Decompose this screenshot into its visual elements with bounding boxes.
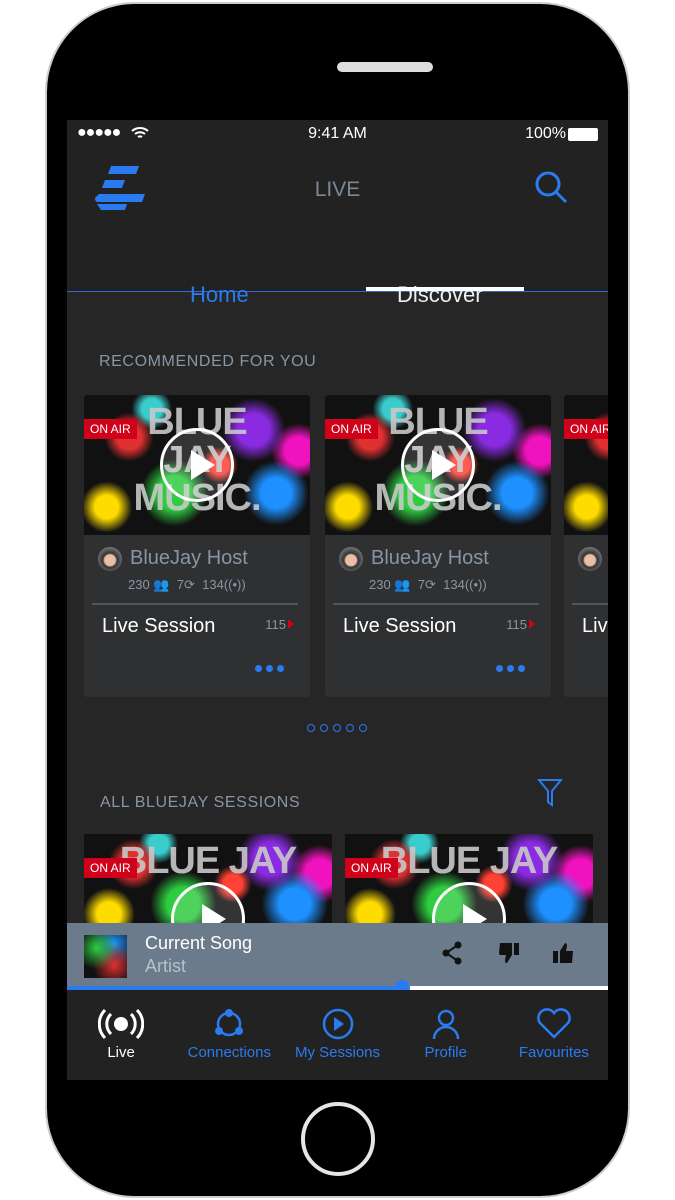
section-all-sessions: ALL BLUEJAY SESSIONS <box>100 794 301 811</box>
host-name: BlueJay Host <box>130 547 248 569</box>
session-title: Live Session <box>343 615 457 637</box>
listeners-count: 230 <box>128 577 150 592</box>
album-thumbnail <box>84 935 127 978</box>
tab-label: My Sessions <box>294 1044 381 1061</box>
app-header: LIVE Home Discover <box>67 146 608 307</box>
page-dot[interactable] <box>333 724 341 732</box>
tab-label: Profile <box>424 1044 467 1061</box>
on-air-badge: ON AIR <box>564 419 608 439</box>
tab-my-sessions[interactable]: My Sessions <box>283 990 391 1080</box>
connections-icon: ⟳ <box>424 577 436 592</box>
session-art: BLUE JAY MUSIC.ON AIR <box>325 395 551 535</box>
page-dot[interactable] <box>359 724 367 732</box>
section-recommended: RECOMMENDED FOR YOU <box>99 353 317 370</box>
screen: ●●●●● 9:41 AM 100% LIVE Home Discover RE… <box>67 120 608 1080</box>
host-stats: 230 👥 7⟳ 134((•)) <box>128 577 246 593</box>
tab-home[interactable]: Home <box>190 282 249 308</box>
battery-icon <box>568 127 598 141</box>
on-air-badge: ON AIR <box>84 419 137 439</box>
session-title: Live Session <box>102 615 216 637</box>
avatar <box>98 547 122 571</box>
page-dot[interactable] <box>346 724 354 732</box>
connections-count: 7 <box>176 577 184 592</box>
play-button[interactable] <box>401 428 475 502</box>
page-indicator[interactable] <box>307 724 367 732</box>
listeners-count: 230 <box>369 577 391 592</box>
home-button[interactable] <box>301 1102 375 1176</box>
tab-label: Live <box>107 1044 135 1061</box>
thumbs-up-icon[interactable] <box>552 941 574 965</box>
recommended-card[interactable]: BLUE JAY MUSIC.ON AIR BlueJay Host 230 👥… <box>84 395 310 697</box>
divider <box>333 603 539 605</box>
heart-icon <box>537 1008 571 1039</box>
broadcast-icon: ((•)) <box>464 577 487 592</box>
more-options-icon[interactable] <box>496 665 525 672</box>
song-title: Current Song <box>145 933 253 953</box>
broadcast-icon <box>98 1008 145 1040</box>
speaker <box>337 62 433 72</box>
broadcast-icon: ((•)) <box>223 577 246 592</box>
listeners-icon: 👥 <box>153 577 170 592</box>
broadcasts-count: 134 <box>202 577 224 592</box>
page-dot[interactable] <box>307 724 315 732</box>
on-air-badge: ON AIR <box>84 858 137 878</box>
session-title: Live Session <box>582 615 608 637</box>
tab-favourites[interactable]: Favourites <box>500 990 608 1080</box>
status-bar: ●●●●● 9:41 AM 100% <box>67 120 608 146</box>
recommended-card[interactable]: BLUE JAY MUSIC.ON AIR BlueJay Host 230 👥… <box>564 395 608 697</box>
on-air-badge: ON AIR <box>325 419 378 439</box>
broadcasts-count: 134 <box>443 577 465 592</box>
session-card[interactable]: BLUE JAY ON AIR <box>84 834 332 934</box>
thumbs-down-icon[interactable] <box>498 941 520 965</box>
tab-connections[interactable]: Connections <box>175 990 283 1080</box>
top-tabs: Home Discover <box>67 242 608 307</box>
session-art: BLUE JAY MUSIC.ON AIR <box>564 395 608 535</box>
tab-discover[interactable]: Discover <box>397 282 483 308</box>
battery-percent: 100% <box>525 125 566 142</box>
listeners-icon: 👥 <box>394 577 411 592</box>
user-icon <box>432 1009 459 1040</box>
connections-icon: ⟳ <box>183 577 195 592</box>
host-stats: 230 👥 7⟳ 134((•)) <box>369 577 487 593</box>
session-card[interactable]: BLUE JAY ON AIR <box>345 834 593 934</box>
play-count: 115 <box>265 617 294 632</box>
play-count: 115 <box>506 617 535 632</box>
host-name: BlueJay Host <box>371 547 489 569</box>
avatar <box>578 547 602 571</box>
filter-icon[interactable] <box>537 778 563 808</box>
page-dot[interactable] <box>320 724 328 732</box>
tab-label: Favourites <box>518 1044 589 1061</box>
connections-icon <box>215 1009 244 1037</box>
search-icon[interactable] <box>534 170 568 204</box>
play-button[interactable] <box>160 428 234 502</box>
tab-live[interactable]: Live <box>67 990 175 1080</box>
recommended-card[interactable]: BLUE JAY MUSIC.ON AIR BlueJay Host 230 👥… <box>325 395 551 697</box>
page-title: LIVE <box>314 178 361 201</box>
on-air-badge: ON AIR <box>345 858 398 878</box>
song-artist: Artist <box>145 956 187 976</box>
share-icon[interactable] <box>441 941 463 965</box>
bottom-tab-bar: Live Connections My Sessions Profile Fav… <box>67 990 608 1080</box>
divider <box>572 603 608 605</box>
mini-player[interactable]: Current Song Artist <box>67 923 608 987</box>
tab-profile[interactable]: Profile <box>392 990 500 1080</box>
active-tab-indicator <box>366 287 524 291</box>
session-art: BLUE JAY MUSIC.ON AIR <box>84 395 310 535</box>
play-circle-icon <box>322 1008 353 1040</box>
more-options-icon[interactable] <box>255 665 284 672</box>
tab-label: Connections <box>187 1044 271 1061</box>
divider <box>92 603 298 605</box>
avatar <box>339 547 363 571</box>
connections-count: 7 <box>417 577 425 592</box>
